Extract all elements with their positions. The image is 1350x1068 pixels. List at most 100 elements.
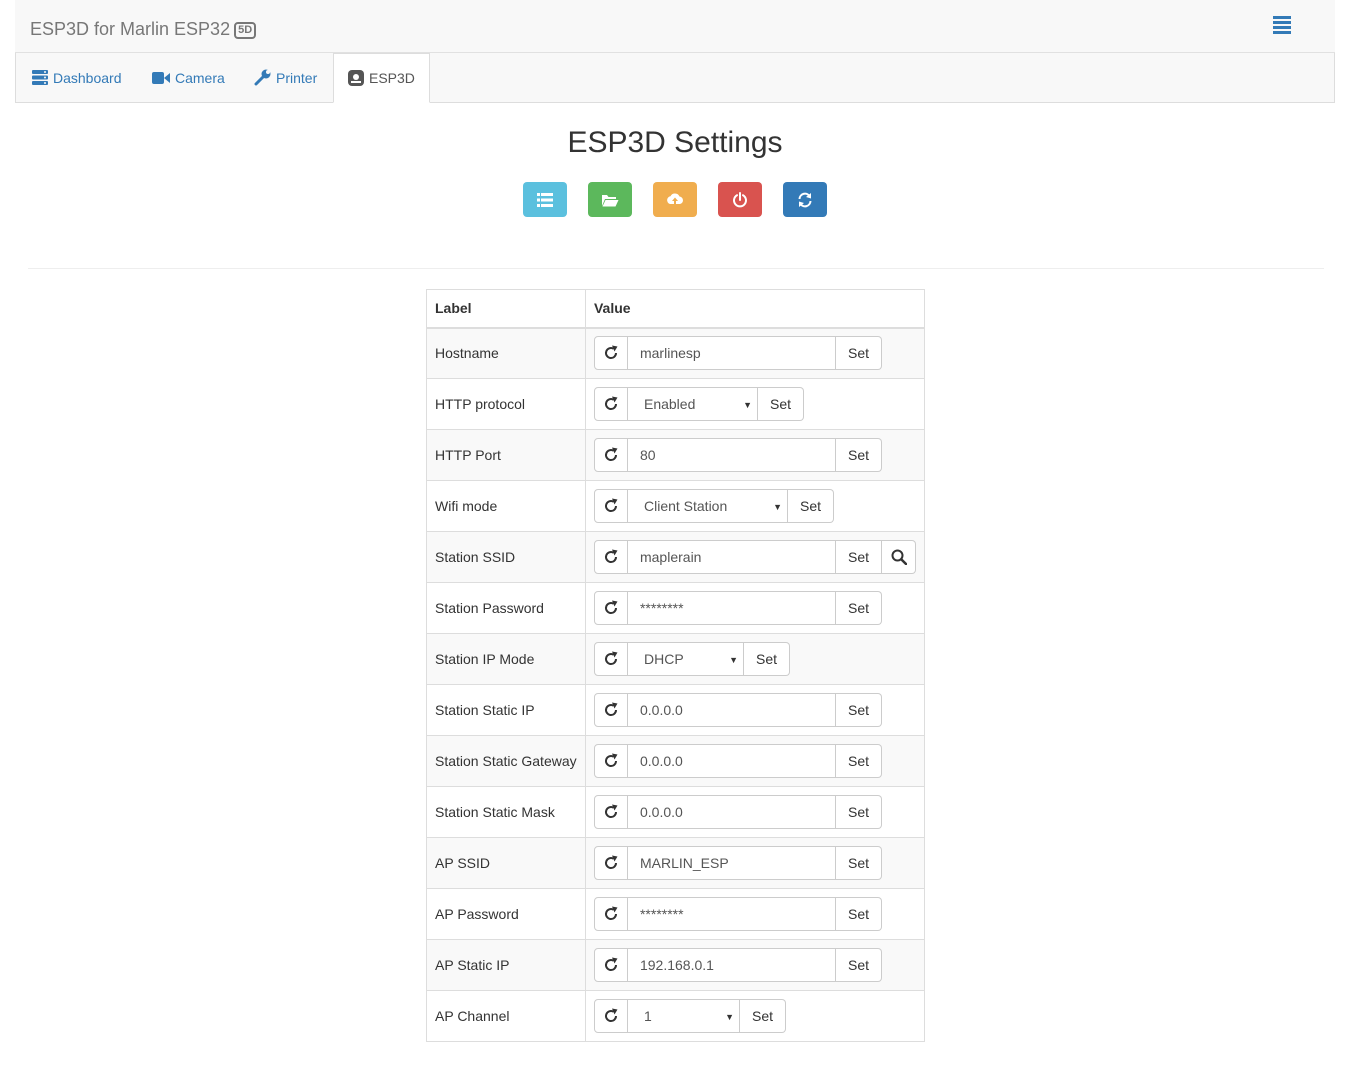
divider: [28, 268, 1324, 269]
tab-camera[interactable]: Camera: [152, 53, 225, 102]
setting-value-cell: 0.0.0.0 Set: [584, 786, 926, 838]
table-row: Station Static Gateway 0.0.0.0 Set: [426, 735, 926, 787]
setting-input-group: 80 Set: [593, 438, 916, 472]
reload-icon: [604, 855, 618, 869]
tab-esp3d-label: ESP3D: [369, 70, 415, 86]
reload-button[interactable]: [593, 999, 628, 1033]
setting-input-group: maplerain Set: [593, 540, 916, 574]
set-button[interactable]: Set: [835, 591, 882, 625]
set-button[interactable]: Set: [835, 948, 882, 982]
setting-input-group: ******** Set: [593, 591, 916, 625]
setting-input[interactable]: ********: [627, 897, 836, 931]
setting-select[interactable]: DHCP ▼: [627, 642, 744, 676]
tab-bar: Dashboard Camera Printer ESP3D: [15, 53, 1335, 103]
setting-value-cell: ******** Set: [584, 888, 926, 940]
setting-input-group: 0.0.0.0 Set: [593, 744, 916, 778]
refresh-all-button[interactable]: [783, 182, 827, 217]
reload-button[interactable]: [593, 948, 628, 982]
setting-select[interactable]: 1 ▼: [627, 999, 740, 1033]
reload-button[interactable]: [593, 336, 628, 371]
brand-badge-icon: 5D: [234, 22, 257, 39]
reload-button[interactable]: [593, 591, 628, 625]
table-row: Hostname marlinesp Set: [426, 327, 926, 379]
setting-input-group: Client Station ▼ Set: [593, 489, 916, 523]
tab-dashboard[interactable]: Dashboard: [32, 53, 122, 102]
setting-label: Hostname: [426, 327, 586, 379]
setting-input-group: 1 ▼ Set: [593, 999, 916, 1033]
setting-input[interactable]: 0.0.0.0: [627, 795, 836, 829]
set-button[interactable]: Set: [835, 693, 882, 727]
reload-icon: [604, 1008, 618, 1022]
setting-value-cell: 192.168.0.1 Set: [584, 939, 926, 991]
set-button[interactable]: Set: [835, 438, 882, 472]
setting-select[interactable]: Client Station ▼: [627, 489, 788, 523]
set-button[interactable]: Set: [787, 489, 834, 523]
reload-button[interactable]: [593, 489, 628, 523]
set-button[interactable]: Set: [835, 795, 882, 829]
page-title: ESP3D Settings: [567, 126, 783, 159]
column-header-label: Label: [426, 289, 586, 329]
refresh-icon: [798, 192, 812, 207]
reload-button[interactable]: [593, 693, 628, 727]
reload-icon: [604, 549, 618, 563]
setting-value-cell: DHCP ▼ Set: [584, 633, 926, 685]
setting-select[interactable]: Enabled ▼: [627, 387, 758, 421]
setting-label: AP Channel: [426, 990, 586, 1042]
reload-button[interactable]: [593, 897, 628, 931]
power-icon: [733, 191, 747, 207]
upload-button[interactable]: [653, 182, 697, 217]
setting-label: HTTP Port: [426, 429, 586, 481]
camera-icon: [152, 71, 170, 84]
search-icon: [891, 549, 907, 565]
set-button[interactable]: Set: [739, 999, 786, 1033]
setting-input-group: DHCP ▼ Set: [593, 642, 916, 676]
set-button[interactable]: Set: [835, 744, 882, 778]
reload-button[interactable]: [593, 438, 628, 472]
tab-camera-label: Camera: [175, 69, 225, 86]
table-row: Station IP Mode DHCP ▼ Set: [426, 633, 926, 685]
reload-icon: [604, 702, 618, 716]
reload-icon: [604, 651, 618, 665]
table-row: AP Password ******** Set: [426, 888, 926, 940]
set-button[interactable]: Set: [835, 336, 882, 371]
reload-button[interactable]: [593, 744, 628, 778]
setting-input[interactable]: ********: [627, 591, 836, 625]
table-row: AP Channel 1 ▼ Set: [426, 990, 926, 1042]
setting-input[interactable]: 192.168.0.1: [627, 948, 836, 982]
setting-input[interactable]: 0.0.0.0: [627, 693, 836, 727]
set-button[interactable]: Set: [835, 846, 882, 880]
list-settings-button[interactable]: [523, 182, 567, 217]
setting-value-cell: maplerain Set: [584, 531, 926, 583]
setting-input[interactable]: marlinesp: [627, 336, 836, 371]
tab-esp3d[interactable]: ESP3D: [333, 53, 430, 103]
restart-button[interactable]: [718, 182, 762, 217]
setting-input[interactable]: maplerain: [627, 540, 836, 574]
reload-button[interactable]: [593, 387, 628, 421]
reload-button[interactable]: [593, 846, 628, 880]
setting-input[interactable]: MARLIN_ESP: [627, 846, 836, 880]
reload-button[interactable]: [593, 795, 628, 829]
setting-label: AP SSID: [426, 837, 586, 889]
setting-label: Station Static Mask: [426, 786, 586, 838]
setting-input-group: 192.168.0.1 Set: [593, 948, 916, 982]
setting-label: Station Static Gateway: [426, 735, 586, 787]
brand[interactable]: ESP3D for Marlin ESP32 5D: [30, 19, 257, 40]
table-row: Station Static Mask 0.0.0.0 Set: [426, 786, 926, 838]
setting-value-cell: MARLIN_ESP Set: [584, 837, 926, 889]
dashboard-icon: [32, 70, 48, 85]
reload-button[interactable]: [593, 642, 628, 676]
setting-value-cell: 0.0.0.0 Set: [584, 735, 926, 787]
set-button[interactable]: Set: [757, 387, 804, 421]
set-button[interactable]: Set: [835, 897, 882, 931]
open-file-button[interactable]: [588, 182, 632, 217]
reload-icon: [604, 957, 618, 971]
reload-icon: [604, 804, 618, 818]
setting-input[interactable]: 0.0.0.0: [627, 744, 836, 778]
setting-input[interactable]: 80: [627, 438, 836, 472]
menu-icon[interactable]: [1273, 16, 1291, 34]
set-button[interactable]: Set: [743, 642, 790, 676]
reload-button[interactable]: [593, 540, 628, 574]
set-button[interactable]: Set: [835, 540, 882, 574]
tab-printer[interactable]: Printer: [254, 53, 317, 102]
scan-networks-button[interactable]: [882, 540, 916, 574]
